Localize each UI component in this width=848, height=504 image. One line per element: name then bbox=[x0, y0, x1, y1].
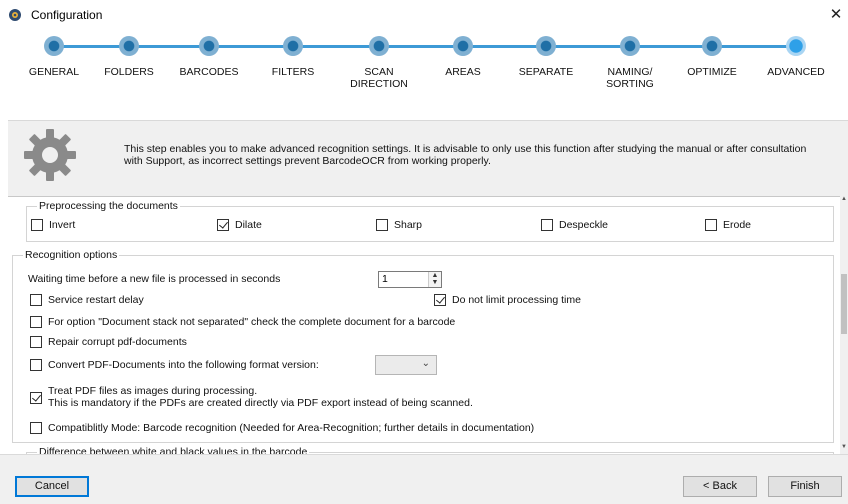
waiting-time-label: Waiting time before a new file is proces… bbox=[28, 273, 281, 285]
waiting-time-spinner[interactable]: 1 ▲ ▼ bbox=[378, 271, 442, 288]
invert-label: Invert bbox=[49, 219, 76, 231]
preprocessing-title: Preprocessing the documents bbox=[37, 200, 180, 212]
step-dot-icon[interactable] bbox=[283, 36, 303, 56]
wizard-steps: GENERAL FOLDERS BARCODES FILTERS SCAN DIRECT… bbox=[0, 30, 848, 120]
difference-title: Difference between white and black value… bbox=[37, 446, 310, 454]
dilate-label: Dilate bbox=[235, 219, 262, 231]
invert-checkbox[interactable] bbox=[31, 219, 43, 231]
step-dot-icon[interactable] bbox=[786, 36, 806, 56]
step-barcodes[interactable]: BARCODES bbox=[164, 36, 254, 116]
vertical-scrollbar[interactable]: ▲ ▼ bbox=[840, 196, 848, 454]
no-limit-option[interactable]: Do not limit processing time bbox=[434, 294, 581, 306]
despeckle-label: Despeckle bbox=[559, 219, 609, 231]
step-dot-icon[interactable] bbox=[536, 36, 556, 56]
step-label: SCAN DIRECTION bbox=[350, 66, 408, 90]
preprocessing-group: Preprocessing the documents Invert Dilat… bbox=[26, 200, 834, 242]
service-restart-label: Service restart delay bbox=[48, 294, 144, 306]
convert-pdf-checkbox[interactable] bbox=[30, 359, 42, 371]
sharp-label: Sharp bbox=[394, 219, 423, 231]
app-gear-icon bbox=[9, 9, 21, 21]
step-label: ADVANCED bbox=[767, 66, 825, 78]
treat-pdf-option[interactable]: Treat PDF files as images during process… bbox=[30, 385, 473, 409]
step-label: FOLDERS bbox=[104, 66, 154, 78]
pdf-version-select[interactable]: ⌄ bbox=[375, 355, 437, 375]
spinner-arrows-icon[interactable]: ▲ ▼ bbox=[428, 272, 441, 287]
step-folders[interactable]: FOLDERS bbox=[84, 36, 174, 116]
window-title: Configuration bbox=[31, 8, 103, 22]
step-dot-icon[interactable] bbox=[119, 36, 139, 56]
sharp-option[interactable]: Sharp bbox=[376, 219, 422, 231]
step-separate[interactable]: SEPARATE bbox=[501, 36, 591, 116]
stack-check-checkbox[interactable] bbox=[30, 316, 42, 328]
waiting-time-value[interactable]: 1 bbox=[382, 273, 388, 285]
treat-pdf-label: Treat PDF files as images during process… bbox=[48, 385, 473, 409]
title-bar: Configuration ✕ bbox=[0, 0, 848, 30]
step-dot-icon[interactable] bbox=[702, 36, 722, 56]
sharp-checkbox[interactable] bbox=[376, 219, 388, 231]
step-filters[interactable]: FILTERS bbox=[248, 36, 338, 116]
stack-check-label: For option "Document stack not separated… bbox=[48, 316, 456, 328]
settings-scroll-area[interactable]: Preprocessing the documents Invert Dilat… bbox=[8, 196, 840, 454]
erode-option[interactable]: Erode bbox=[705, 219, 751, 231]
scrollbar-thumb[interactable] bbox=[841, 274, 847, 334]
compat-mode-option[interactable]: Compatiblitly Mode: Barcode recognition … bbox=[30, 422, 534, 434]
convert-pdf-option[interactable]: Convert PDF-Documents into the following… bbox=[30, 359, 319, 371]
step-label: NAMING/ SORTING bbox=[606, 66, 654, 90]
convert-pdf-label: Convert PDF-Documents into the following… bbox=[48, 359, 319, 371]
step-scan-direction[interactable]: SCAN DIRECTION bbox=[334, 36, 424, 116]
despeckle-checkbox[interactable] bbox=[541, 219, 553, 231]
finish-button[interactable]: Finish bbox=[768, 476, 842, 497]
erode-label: Erode bbox=[723, 219, 752, 231]
info-text: This step enables you to make advanced r… bbox=[124, 143, 807, 167]
despeckle-option[interactable]: Despeckle bbox=[541, 219, 608, 231]
scroll-up-icon[interactable]: ▲ bbox=[840, 196, 848, 206]
step-label: BARCODES bbox=[179, 66, 239, 78]
service-restart-option[interactable]: Service restart delay bbox=[30, 294, 144, 306]
step-areas[interactable]: AREAS bbox=[418, 36, 508, 116]
repair-pdf-checkbox[interactable] bbox=[30, 336, 42, 348]
back-button[interactable]: < Back bbox=[683, 476, 757, 497]
no-limit-checkbox[interactable] bbox=[434, 294, 446, 306]
repair-pdf-option[interactable]: Repair corrupt pdf-documents bbox=[30, 336, 187, 348]
chevron-down-icon: ⌄ bbox=[421, 358, 430, 369]
step-dot-icon[interactable] bbox=[453, 36, 473, 56]
step-dot-icon[interactable] bbox=[199, 36, 219, 56]
dilate-option[interactable]: Dilate bbox=[217, 219, 262, 231]
step-optimize[interactable]: OPTIMIZE bbox=[667, 36, 757, 116]
step-label: FILTERS bbox=[271, 66, 315, 78]
stack-check-option[interactable]: For option "Document stack not separated… bbox=[30, 316, 455, 328]
step-naming-sorting[interactable]: NAMING/ SORTING bbox=[585, 36, 675, 116]
treat-pdf-label-line2: This is mandatory if the PDFs are create… bbox=[48, 397, 473, 409]
gear-icon bbox=[24, 129, 76, 181]
step-dot-icon[interactable] bbox=[620, 36, 640, 56]
info-panel: This step enables you to make advanced r… bbox=[8, 120, 848, 196]
recognition-title: Recognition options bbox=[23, 249, 120, 261]
invert-option[interactable]: Invert bbox=[31, 219, 75, 231]
close-icon[interactable]: ✕ bbox=[828, 5, 844, 25]
scroll-down-icon[interactable]: ▼ bbox=[840, 444, 848, 454]
treat-pdf-label-line1: Treat PDF files as images during process… bbox=[48, 385, 258, 397]
step-advanced[interactable]: ADVANCED bbox=[751, 36, 841, 116]
dilate-checkbox[interactable] bbox=[217, 219, 229, 231]
repair-pdf-label: Repair corrupt pdf-documents bbox=[48, 336, 187, 348]
step-label: SEPARATE bbox=[518, 66, 574, 78]
footer: Cancel < Back Finish bbox=[0, 454, 848, 504]
erode-checkbox[interactable] bbox=[705, 219, 717, 231]
step-dot-icon[interactable] bbox=[44, 36, 64, 56]
service-restart-checkbox[interactable] bbox=[30, 294, 42, 306]
compat-mode-label: Compatiblitly Mode: Barcode recognition … bbox=[48, 422, 535, 434]
no-limit-label: Do not limit processing time bbox=[452, 294, 581, 306]
step-label: AREAS bbox=[445, 66, 481, 78]
step-label: OPTIMIZE bbox=[687, 66, 737, 78]
treat-pdf-checkbox[interactable] bbox=[30, 392, 42, 404]
step-dot-icon[interactable] bbox=[369, 36, 389, 56]
cancel-button[interactable]: Cancel bbox=[15, 476, 89, 497]
compat-mode-checkbox[interactable] bbox=[30, 422, 42, 434]
